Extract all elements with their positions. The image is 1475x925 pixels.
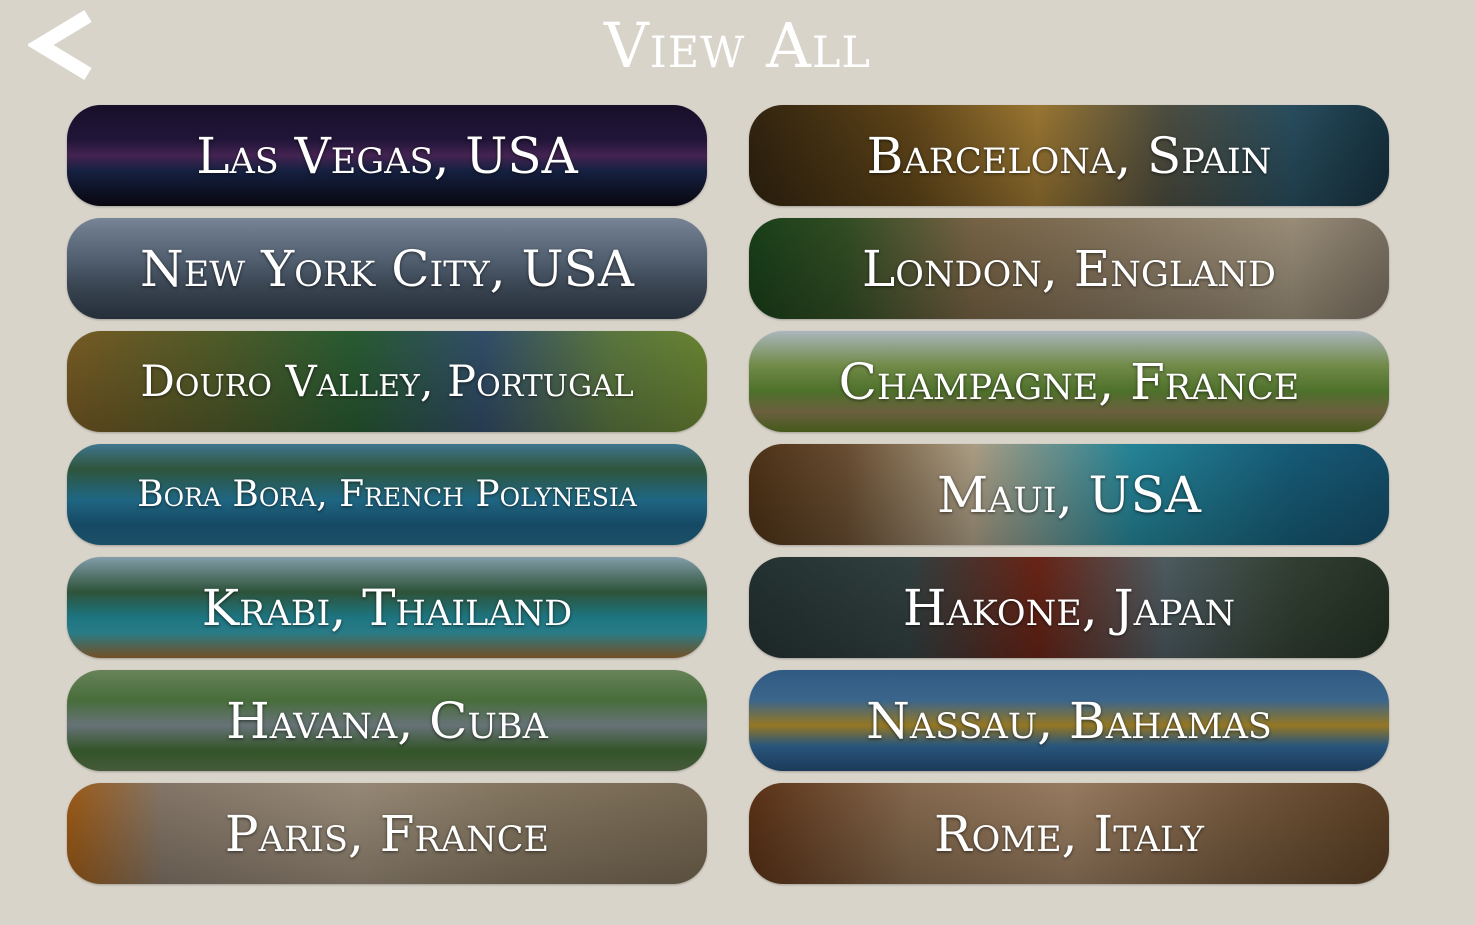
card-label: London, England bbox=[862, 239, 1276, 298]
destination-card-hakone[interactable]: Hakone, Japan bbox=[749, 557, 1389, 658]
card-label: Havana, Cuba bbox=[226, 691, 548, 750]
destination-card-rome[interactable]: Rome, Italy bbox=[749, 783, 1389, 884]
card-label: Krabi, Thailand bbox=[201, 578, 573, 637]
card-label: Douro Valley, Portugal bbox=[140, 356, 634, 407]
destination-card-london[interactable]: London, England bbox=[749, 218, 1389, 319]
destination-card-douro-valley[interactable]: Douro Valley, Portugal bbox=[67, 331, 707, 432]
destination-card-champagne[interactable]: Champagne, France bbox=[749, 331, 1389, 432]
page-title: View All bbox=[604, 9, 871, 82]
card-label: New York City, USA bbox=[139, 239, 635, 298]
card-label: Paris, France bbox=[224, 804, 550, 863]
destination-card-krabi[interactable]: Krabi, Thailand bbox=[67, 557, 707, 658]
card-label: Bora Bora, French Polynesia bbox=[137, 474, 637, 515]
card-label: Nassau, Bahamas bbox=[866, 691, 1272, 750]
destination-card-nassau[interactable]: Nassau, Bahamas bbox=[749, 670, 1389, 771]
card-label: Barcelona, Spain bbox=[866, 126, 1272, 185]
card-label: Hakone, Japan bbox=[902, 578, 1236, 637]
destination-card-new-york-city[interactable]: New York City, USA bbox=[67, 218, 707, 319]
destination-card-las-vegas[interactable]: Las Vegas, USA bbox=[67, 105, 707, 206]
card-label: Rome, Italy bbox=[933, 804, 1205, 863]
destination-card-maui[interactable]: Maui, USA bbox=[749, 444, 1389, 545]
destination-card-havana[interactable]: Havana, Cuba bbox=[67, 670, 707, 771]
destination-card-barcelona[interactable]: Barcelona, Spain bbox=[749, 105, 1389, 206]
destination-card-bora-bora[interactable]: Bora Bora, French Polynesia bbox=[67, 444, 707, 545]
card-label: Las Vegas, USA bbox=[196, 126, 578, 185]
destination-grid: Las Vegas, USA Barcelona, Spain New York… bbox=[67, 105, 1389, 884]
card-label: Champagne, France bbox=[838, 352, 1300, 411]
destination-card-paris[interactable]: Paris, France bbox=[67, 783, 707, 884]
card-label: Maui, USA bbox=[936, 465, 1202, 524]
